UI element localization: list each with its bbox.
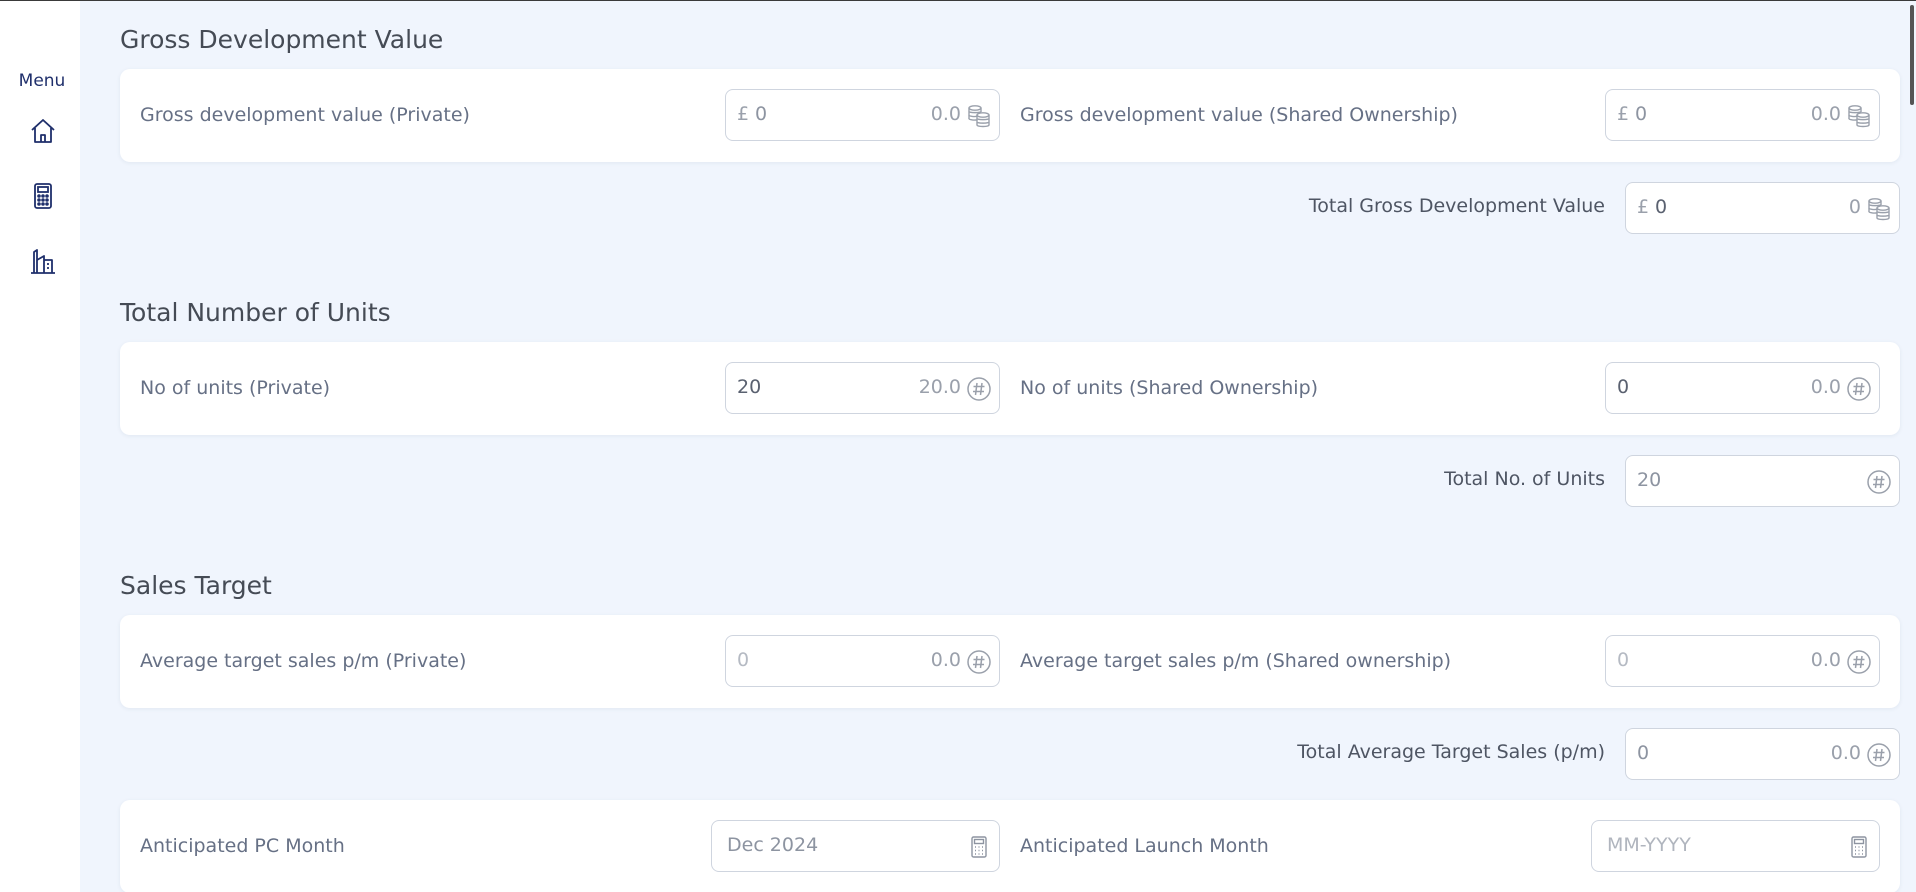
sales-total-label: Total Average Target Sales (p/m): [1297, 741, 1605, 763]
gdv-card: Gross development value (Private) £ 0 0.…: [120, 69, 1900, 162]
pc-month-label: Anticipated PC Month: [140, 835, 345, 857]
scrollbar[interactable]: [1902, 1, 1916, 892]
launch-month-label: Anticipated Launch Month: [1020, 835, 1269, 857]
sales-section-title: Sales Target: [120, 571, 272, 600]
gdv-private-value: 0: [755, 103, 768, 125]
gdv-private-input[interactable]: £ 0 0.0: [725, 89, 1000, 141]
launch-month-placeholder: MM-YYYY: [1607, 834, 1691, 856]
units-total-input: 20: [1625, 455, 1900, 507]
hash-icon: [1866, 469, 1892, 495]
sales-shared-label: Average target sales p/m (Shared ownersh…: [1020, 650, 1452, 672]
currency-prefix: £: [1617, 103, 1630, 125]
sales-total-input: 0 0.0: [1625, 728, 1900, 780]
units-private-input[interactable]: 20 20.0: [725, 362, 1000, 414]
gdv-total-formatted: 0: [1848, 196, 1861, 218]
gdv-shared-value: 0: [1635, 103, 1648, 125]
units-private-value: 20: [737, 376, 762, 398]
units-shared-label: No of units (Shared Ownership): [1020, 377, 1319, 399]
gdv-shared-formatted: 0.0: [1810, 103, 1841, 125]
units-card: No of units (Private) 20 20.0 No of unit…: [120, 342, 1900, 435]
calculator-icon[interactable]: [1846, 834, 1872, 860]
units-shared-formatted: 0.0: [1810, 376, 1841, 398]
sales-private-formatted: 0.0: [930, 649, 961, 671]
currency-prefix: £: [737, 103, 750, 125]
gdv-total-label: Total Gross Development Value: [1308, 195, 1605, 217]
sales-card: Average target sales p/m (Private) 0 0.0…: [120, 615, 1900, 708]
pc-month-value: Dec 2024: [727, 834, 819, 856]
hash-icon: [966, 649, 992, 675]
sidebar: Menu: [0, 1, 80, 892]
gdv-private-label: Gross development value (Private): [140, 104, 470, 126]
hash-icon: [1866, 742, 1892, 768]
gdv-shared-input[interactable]: £ 0 0.0: [1605, 89, 1880, 141]
sales-shared-formatted: 0.0: [1810, 649, 1841, 671]
coins-icon: [1846, 103, 1872, 129]
launch-month-input[interactable]: MM-YYYY: [1591, 820, 1880, 872]
coins-icon: [966, 103, 992, 129]
sales-shared-placeholder: 0: [1617, 649, 1630, 671]
sales-private-input[interactable]: 0 0.0: [725, 635, 1000, 687]
dates-card: Anticipated PC Month Dec 2024 Anticipate…: [120, 800, 1900, 892]
gdv-private-formatted: 0.0: [930, 103, 961, 125]
calculator-icon[interactable]: [966, 834, 992, 860]
units-total-label: Total No. of Units: [1444, 468, 1605, 490]
units-shared-input[interactable]: 0 0.0: [1605, 362, 1880, 414]
home-icon[interactable]: [28, 116, 58, 146]
pc-month-input[interactable]: Dec 2024: [711, 820, 1000, 872]
gdv-section-title: Gross Development Value: [120, 25, 444, 54]
coins-icon: [1866, 196, 1892, 222]
gdv-total-input: £ 0 0: [1625, 182, 1900, 234]
sales-private-placeholder: 0: [737, 649, 750, 671]
units-private-formatted: 20.0: [918, 376, 961, 398]
sales-total-formatted: 0.0: [1830, 742, 1861, 764]
calculator-icon[interactable]: [28, 181, 58, 211]
gdv-total-value: 0: [1655, 196, 1668, 218]
units-total-value: 20: [1637, 469, 1662, 491]
units-section-title: Total Number of Units: [120, 298, 391, 327]
gdv-shared-label: Gross development value (Shared Ownershi…: [1020, 104, 1458, 126]
menu-label: Menu: [18, 71, 66, 91]
hash-icon: [1846, 376, 1872, 402]
currency-prefix: £: [1637, 196, 1650, 218]
units-private-label: No of units (Private): [140, 377, 331, 399]
sales-shared-input[interactable]: 0 0.0: [1605, 635, 1880, 687]
hash-icon: [1846, 649, 1872, 675]
sales-private-label: Average target sales p/m (Private): [140, 650, 467, 672]
units-shared-value: 0: [1617, 376, 1630, 398]
hash-icon: [966, 376, 992, 402]
building-icon[interactable]: [28, 246, 58, 276]
scrollbar-thumb[interactable]: [1910, 5, 1914, 105]
sales-total-value: 0: [1637, 742, 1650, 764]
